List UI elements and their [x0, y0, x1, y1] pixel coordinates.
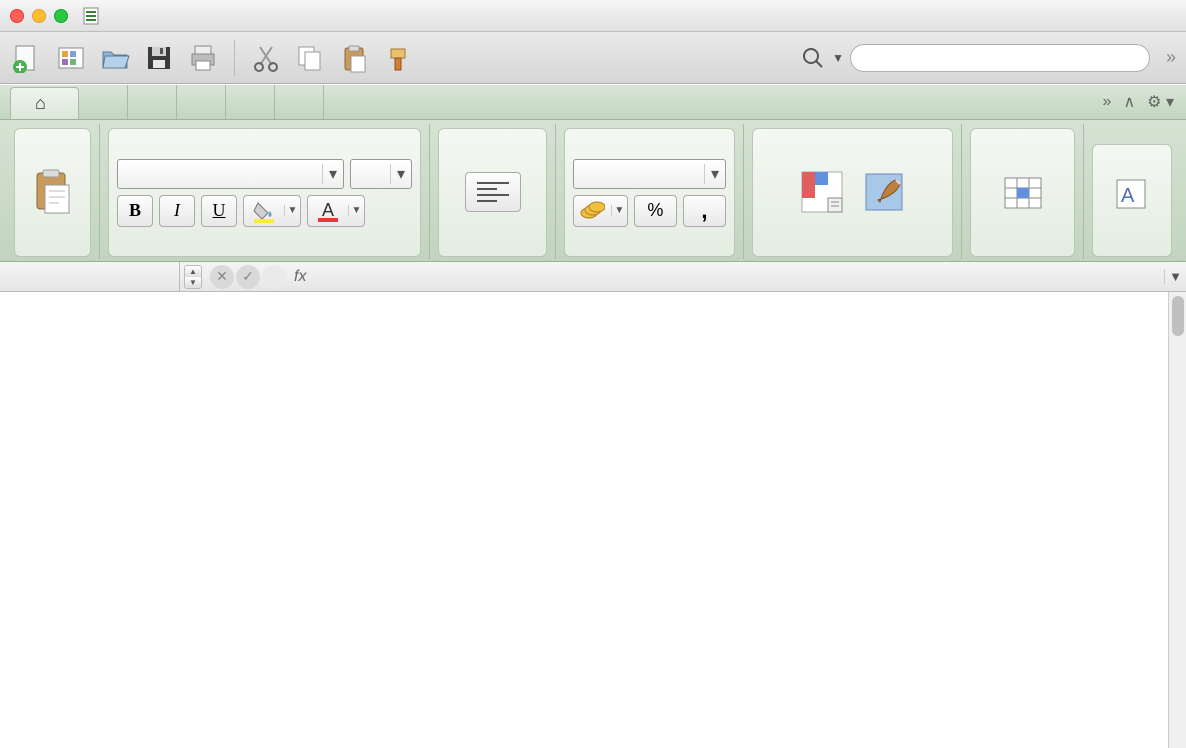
print-button[interactable] — [186, 41, 220, 75]
conditional-formatting-button[interactable] — [798, 168, 846, 218]
window-controls — [10, 9, 68, 23]
percent-button[interactable]: % — [634, 195, 677, 227]
search-icon — [800, 45, 826, 71]
name-box[interactable] — [0, 262, 180, 291]
grid[interactable] — [0, 292, 1168, 748]
chevron-down-icon: ▼ — [284, 205, 300, 216]
document-icon — [82, 7, 100, 25]
home-icon: ⌂ — [35, 93, 46, 114]
tab-formulas[interactable] — [275, 85, 324, 119]
formula-expand-icon[interactable]: ▼ — [1164, 269, 1186, 284]
tab-home[interactable]: ⌂ — [10, 87, 79, 119]
font-color-button[interactable]: A ▼ — [307, 195, 365, 227]
font-size-combo[interactable]: ▾ — [350, 159, 412, 189]
search-area: ▼ » — [800, 44, 1176, 72]
tab-smartart[interactable] — [226, 85, 275, 119]
group-alignment — [430, 124, 556, 259]
spreadsheet — [0, 292, 1186, 748]
currency-icon — [574, 201, 611, 221]
paste-big-button[interactable] — [31, 167, 75, 219]
formula-buttons: ✕ ✓ fx — [202, 265, 320, 289]
search-input[interactable] — [850, 44, 1150, 72]
italic-button[interactable]: I — [159, 195, 195, 227]
settings-gear-icon[interactable]: ⚙ ▾ — [1147, 92, 1174, 112]
close-window-button[interactable] — [10, 9, 24, 23]
toolbar-separator — [234, 40, 235, 76]
cut-button[interactable] — [249, 41, 283, 75]
scroll-thumb[interactable] — [1172, 296, 1184, 336]
bold-button[interactable]: B — [117, 195, 153, 227]
search-dropdown-icon[interactable]: ▼ — [832, 51, 844, 65]
format-painter-button[interactable] — [381, 41, 415, 75]
svg-text:A: A — [1121, 185, 1135, 207]
underline-button[interactable]: U — [201, 195, 237, 227]
collapse-ribbon-icon[interactable]: ∧ — [1123, 92, 1135, 112]
group-number: ▾ ▼ % , — [556, 124, 744, 259]
font-color-icon: A — [308, 199, 348, 223]
toolbar-overflow-icon[interactable]: » — [1166, 47, 1176, 68]
templates-button[interactable] — [54, 41, 88, 75]
minimize-window-button[interactable] — [32, 9, 46, 23]
chevron-down-icon: ▼ — [611, 205, 627, 216]
zoom-window-button[interactable] — [54, 9, 68, 23]
currency-button[interactable]: ▼ — [573, 195, 628, 227]
new-doc-button[interactable] — [10, 41, 44, 75]
fx-icon: fx — [294, 268, 306, 286]
ribbon-overflow-icon[interactable]: » — [1103, 93, 1112, 111]
ribbon-tabs: ⌂ » ∧ ⚙ ▾ — [0, 84, 1186, 120]
tab-tables[interactable] — [128, 85, 177, 119]
ribbon-body: ▾ ▾ B I U ▼ A ▼ — [0, 120, 1186, 262]
formula-bar: ▲▼ ✕ ✓ fx ▼ — [0, 262, 1186, 292]
fill-color-button[interactable]: ▼ — [243, 195, 301, 227]
font-name-combo[interactable]: ▾ — [117, 159, 344, 189]
open-button[interactable] — [98, 41, 132, 75]
chevron-down-icon: ▾ — [322, 164, 337, 184]
accept-formula-button[interactable]: ✓ — [236, 265, 260, 289]
name-box-stepper[interactable]: ▲▼ — [184, 265, 202, 289]
copy-button[interactable] — [293, 41, 327, 75]
vertical-scrollbar[interactable] — [1168, 292, 1186, 748]
chevron-down-icon: ▾ — [704, 164, 719, 184]
chevron-down-icon: ▾ — [390, 164, 405, 184]
chevron-down-icon: ▼ — [348, 205, 364, 216]
comma-button[interactable]: , — [683, 195, 726, 227]
paste-button[interactable] — [337, 41, 371, 75]
ribbon-right-controls: » ∧ ⚙ ▾ — [1103, 85, 1186, 119]
titlebar — [0, 0, 1186, 32]
fill-color-icon — [244, 199, 284, 223]
group-themes: A — [1084, 124, 1180, 259]
quick-toolbar: ▼ » — [0, 32, 1186, 84]
themes-button[interactable]: A — [1115, 176, 1149, 226]
formula-builder-button[interactable] — [262, 265, 286, 289]
tab-layout[interactable] — [79, 85, 128, 119]
svg-text:A: A — [322, 200, 334, 220]
group-font: ▾ ▾ B I U ▼ A ▼ — [100, 124, 430, 259]
tab-charts[interactable] — [177, 85, 226, 119]
cancel-formula-button[interactable]: ✕ — [210, 265, 234, 289]
align-button[interactable] — [465, 172, 521, 214]
group-format — [744, 124, 962, 259]
actions-button[interactable] — [999, 168, 1047, 218]
number-format-combo[interactable]: ▾ — [573, 159, 726, 189]
group-edit — [6, 124, 100, 259]
styles-button[interactable] — [860, 168, 908, 218]
align-icon — [465, 172, 521, 212]
group-cells — [962, 124, 1084, 259]
save-button[interactable] — [142, 41, 176, 75]
